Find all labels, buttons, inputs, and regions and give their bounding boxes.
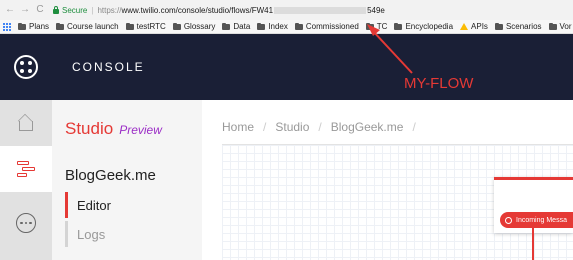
product-name: Studio xyxy=(65,119,114,138)
breadcrumb-separator: / xyxy=(318,120,322,134)
bookmark-label: TC xyxy=(376,22,388,31)
reload-icon[interactable]: C xyxy=(35,5,45,15)
folder-icon xyxy=(222,22,231,30)
secure-label: Secure xyxy=(62,5,88,15)
bookmark-label: Data xyxy=(233,22,251,31)
flow-name: BlogGeek.me xyxy=(65,167,156,184)
folder-icon xyxy=(394,22,403,30)
bookmark-label: Scenarios xyxy=(505,22,542,31)
bookmark-label: APIs xyxy=(471,22,488,31)
back-icon[interactable]: ← xyxy=(5,5,15,15)
studio-sidebar: Studio Preview BlogGeek.me Editor Logs xyxy=(52,100,202,260)
twilio-logo-icon xyxy=(14,55,38,79)
bookmark-label: testRTC xyxy=(136,22,166,31)
bookmark-item[interactable]: testRTC xyxy=(125,22,166,31)
icon-rail xyxy=(0,100,52,260)
forward-icon[interactable]: → xyxy=(20,5,30,15)
folder-icon xyxy=(56,22,65,30)
bookmark-label: Course launch xyxy=(67,22,119,31)
console-title: CONSOLE xyxy=(72,60,145,74)
bookmark-item[interactable]: APIs xyxy=(460,22,488,31)
browser-nav: ← → C xyxy=(0,5,45,15)
lock-icon xyxy=(53,5,59,14)
more-icon xyxy=(16,213,36,233)
home-icon xyxy=(19,121,33,131)
console-header: CONSOLE xyxy=(0,34,573,100)
bookmark-item[interactable]: Plans xyxy=(18,22,49,31)
rail-home[interactable] xyxy=(0,100,52,146)
twilio-logo[interactable] xyxy=(0,34,52,100)
studio-icon xyxy=(17,161,35,177)
sidebar-item-label: Logs xyxy=(77,226,106,242)
url-suffix: 549e xyxy=(367,5,385,15)
rail-studio[interactable] xyxy=(0,146,52,192)
rail-more[interactable] xyxy=(0,200,52,246)
bookmark-item[interactable]: Course launch xyxy=(56,22,119,31)
breadcrumb-flow: BlogGeek.me xyxy=(330,120,404,134)
url-field[interactable]: https://www.twilio.com/console/studio/fl… xyxy=(97,6,384,15)
folder-icon xyxy=(257,22,266,30)
url-scheme: https:// xyxy=(97,5,122,15)
trigger-dot-icon xyxy=(505,216,512,224)
bookmark-label: Plans xyxy=(29,22,50,31)
trigger-label: Incoming Messa xyxy=(516,216,567,224)
bookmark-label: Index xyxy=(268,22,288,31)
bookmark-item[interactable]: Glossary xyxy=(172,22,216,31)
apps-icon[interactable] xyxy=(3,22,11,31)
folder-icon xyxy=(494,22,503,30)
bookmark-label: Glossary xyxy=(183,22,216,31)
bookmark-item[interactable]: Scenarios xyxy=(494,22,542,31)
sidebar-item-editor[interactable]: Editor xyxy=(65,192,185,218)
product-title: Studio Preview xyxy=(65,119,162,139)
folder-icon xyxy=(548,22,557,30)
bookmark-item[interactable]: TC xyxy=(365,22,388,31)
secure-indicator[interactable]: Secure xyxy=(53,5,88,15)
main-content: Home / Studio / BlogGeek.me / Incoming M… xyxy=(202,100,573,260)
bookmark-label: Vor xyxy=(559,22,572,31)
breadcrumb-home[interactable]: Home xyxy=(222,120,254,134)
browser-address-bar: ← → C Secure | https://www.twilio.com/co… xyxy=(0,0,573,20)
folder-icon xyxy=(294,22,303,30)
flow-connector xyxy=(532,228,534,260)
breadcrumb-studio[interactable]: Studio xyxy=(275,120,309,134)
bookmark-item[interactable]: Commissioned xyxy=(294,22,359,31)
url-divider: | xyxy=(91,5,94,15)
breadcrumb-separator: / xyxy=(412,120,416,134)
breadcrumb: Home / Studio / BlogGeek.me / xyxy=(222,120,416,134)
incoming-message-trigger[interactable]: Incoming Messa xyxy=(500,212,573,228)
bookmark-label: Commissioned xyxy=(305,22,359,31)
folder-icon xyxy=(365,22,374,30)
flow-canvas[interactable]: Incoming Messa xyxy=(222,144,573,260)
sidebar-item-label: Editor xyxy=(77,197,111,213)
bookmark-item[interactable]: Encyclopedia xyxy=(394,22,453,31)
url-redacted xyxy=(274,6,367,14)
bookmark-item[interactable]: Data xyxy=(222,22,250,31)
breadcrumb-separator: / xyxy=(263,120,267,134)
annotation-label: MY-FLOW xyxy=(404,75,474,92)
folder-icon xyxy=(18,22,26,30)
bookmark-label: Encyclopedia xyxy=(405,22,454,31)
bookmark-item[interactable]: Index xyxy=(257,22,288,31)
sidebar-item-logs[interactable]: Logs xyxy=(65,221,185,247)
folder-icon xyxy=(172,22,181,30)
folder-icon xyxy=(125,22,134,30)
preview-badge: Preview xyxy=(119,123,162,137)
url-path: www.twilio.com/console/studio/flows/FW41 xyxy=(121,5,274,15)
bookmarks-bar: Plans Course launch testRTC Glossary Dat… xyxy=(0,20,573,34)
drive-icon xyxy=(460,23,469,30)
bookmark-item[interactable]: Vor xyxy=(548,22,572,31)
